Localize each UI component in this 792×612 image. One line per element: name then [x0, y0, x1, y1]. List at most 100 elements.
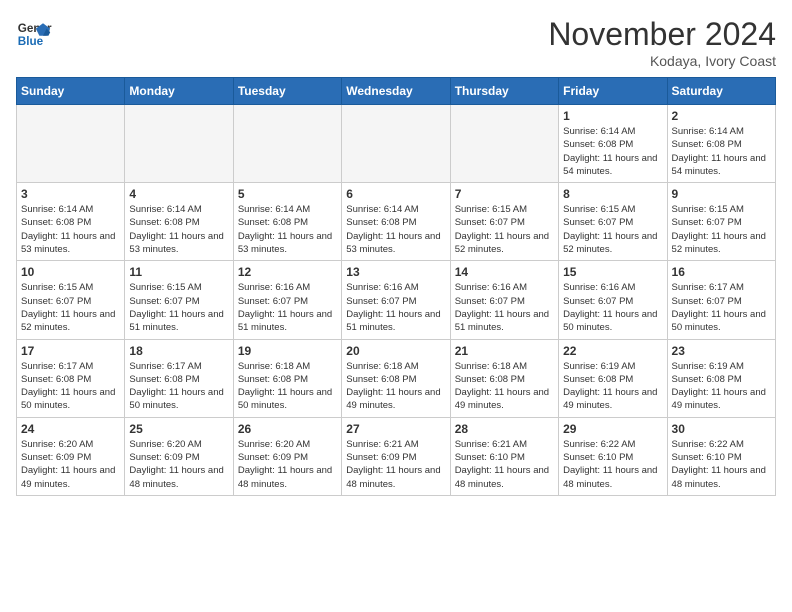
day-detail: Sunrise: 6:20 AM Sunset: 6:09 PM Dayligh… — [129, 438, 228, 491]
day-number: 12 — [238, 265, 337, 279]
calendar-cell: 26 Sunrise: 6:20 AM Sunset: 6:09 PM Dayli… — [233, 417, 341, 495]
day-number: 18 — [129, 344, 228, 358]
logo: General Blue — [16, 16, 52, 52]
calendar-week-5: 24 Sunrise: 6:20 AM Sunset: 6:09 PM Dayli… — [17, 417, 776, 495]
day-number: 15 — [563, 265, 662, 279]
day-detail: Sunrise: 6:16 AM Sunset: 6:07 PM Dayligh… — [346, 281, 445, 334]
day-number: 24 — [21, 422, 120, 436]
calendar-cell: 5 Sunrise: 6:14 AM Sunset: 6:08 PM Daylig… — [233, 183, 341, 261]
calendar-cell: 14 Sunrise: 6:16 AM Sunset: 6:07 PM Dayli… — [450, 261, 558, 339]
day-number: 22 — [563, 344, 662, 358]
weekday-header-tuesday: Tuesday — [233, 78, 341, 105]
day-detail: Sunrise: 6:14 AM Sunset: 6:08 PM Dayligh… — [672, 125, 771, 178]
calendar-cell — [342, 105, 450, 183]
day-number: 5 — [238, 187, 337, 201]
calendar-cell: 16 Sunrise: 6:17 AM Sunset: 6:07 PM Dayli… — [667, 261, 775, 339]
day-number: 1 — [563, 109, 662, 123]
calendar-cell: 10 Sunrise: 6:15 AM Sunset: 6:07 PM Dayli… — [17, 261, 125, 339]
title-block: November 2024 Kodaya, Ivory Coast — [548, 16, 776, 69]
page-header: General Blue November 2024 Kodaya, Ivory… — [16, 16, 776, 69]
day-detail: Sunrise: 6:15 AM Sunset: 6:07 PM Dayligh… — [455, 203, 554, 256]
weekday-header-row: SundayMondayTuesdayWednesdayThursdayFrid… — [17, 78, 776, 105]
calendar-cell: 29Sunrise: 6:22 AM Sunset: 6:10 PM Dayli… — [559, 417, 667, 495]
calendar-cell: 4 Sunrise: 6:14 AM Sunset: 6:08 PM Daylig… — [125, 183, 233, 261]
day-number: 16 — [672, 265, 771, 279]
calendar-cell — [450, 105, 558, 183]
day-detail: Sunrise: 6:14 AM Sunset: 6:08 PM Dayligh… — [346, 203, 445, 256]
day-number: 27 — [346, 422, 445, 436]
calendar-week-4: 17 Sunrise: 6:17 AM Sunset: 6:08 PM Dayli… — [17, 339, 776, 417]
day-number: 21 — [455, 344, 554, 358]
day-detail: Sunrise: 6:16 AM Sunset: 6:07 PM Dayligh… — [563, 281, 662, 334]
calendar-cell: 28Sunrise: 6:21 AM Sunset: 6:10 PM Dayli… — [450, 417, 558, 495]
day-detail: Sunrise: 6:17 AM Sunset: 6:08 PM Dayligh… — [129, 360, 228, 413]
calendar-cell: 30Sunrise: 6:22 AM Sunset: 6:10 PM Dayli… — [667, 417, 775, 495]
day-number: 7 — [455, 187, 554, 201]
weekday-header-saturday: Saturday — [667, 78, 775, 105]
day-detail: Sunrise: 6:14 AM Sunset: 6:08 PM Dayligh… — [129, 203, 228, 256]
calendar-cell: 1 Sunrise: 6:14 AM Sunset: 6:08 PM Daylig… — [559, 105, 667, 183]
day-number: 29 — [563, 422, 662, 436]
day-number: 4 — [129, 187, 228, 201]
logo-icon: General Blue — [16, 16, 52, 52]
day-number: 25 — [129, 422, 228, 436]
calendar-cell — [233, 105, 341, 183]
day-detail: Sunrise: 6:17 AM Sunset: 6:07 PM Dayligh… — [672, 281, 771, 334]
month-title: November 2024 — [548, 16, 776, 53]
calendar-cell: 15 Sunrise: 6:16 AM Sunset: 6:07 PM Dayli… — [559, 261, 667, 339]
weekday-header-thursday: Thursday — [450, 78, 558, 105]
svg-text:Blue: Blue — [18, 35, 44, 48]
day-detail: Sunrise: 6:14 AM Sunset: 6:08 PM Dayligh… — [563, 125, 662, 178]
day-detail: Sunrise: 6:20 AM Sunset: 6:09 PM Dayligh… — [21, 438, 120, 491]
day-detail: Sunrise: 6:18 AM Sunset: 6:08 PM Dayligh… — [238, 360, 337, 413]
day-number: 26 — [238, 422, 337, 436]
day-number: 2 — [672, 109, 771, 123]
day-number: 9 — [672, 187, 771, 201]
calendar-cell: 17 Sunrise: 6:17 AM Sunset: 6:08 PM Dayli… — [17, 339, 125, 417]
calendar-cell: 19 Sunrise: 6:18 AM Sunset: 6:08 PM Dayli… — [233, 339, 341, 417]
weekday-header-monday: Monday — [125, 78, 233, 105]
calendar-cell: 24 Sunrise: 6:20 AM Sunset: 6:09 PM Dayli… — [17, 417, 125, 495]
calendar-cell: 20 Sunrise: 6:18 AM Sunset: 6:08 PM Dayli… — [342, 339, 450, 417]
calendar-week-3: 10 Sunrise: 6:15 AM Sunset: 6:07 PM Dayli… — [17, 261, 776, 339]
day-detail: Sunrise: 6:19 AM Sunset: 6:08 PM Dayligh… — [672, 360, 771, 413]
day-detail: Sunrise: 6:17 AM Sunset: 6:08 PM Dayligh… — [21, 360, 120, 413]
day-number: 23 — [672, 344, 771, 358]
day-number: 3 — [21, 187, 120, 201]
day-detail: Sunrise: 6:14 AM Sunset: 6:08 PM Dayligh… — [21, 203, 120, 256]
calendar-cell — [125, 105, 233, 183]
day-detail: Sunrise: 6:18 AM Sunset: 6:08 PM Dayligh… — [346, 360, 445, 413]
calendar-cell: 8Sunrise: 6:15 AM Sunset: 6:07 PM Daylig… — [559, 183, 667, 261]
calendar-cell: 7 Sunrise: 6:15 AM Sunset: 6:07 PM Daylig… — [450, 183, 558, 261]
day-number: 14 — [455, 265, 554, 279]
day-number: 13 — [346, 265, 445, 279]
day-detail: Sunrise: 6:16 AM Sunset: 6:07 PM Dayligh… — [455, 281, 554, 334]
day-detail: Sunrise: 6:18 AM Sunset: 6:08 PM Dayligh… — [455, 360, 554, 413]
day-detail: Sunrise: 6:15 AM Sunset: 6:07 PM Dayligh… — [21, 281, 120, 334]
day-detail: Sunrise: 6:15 AM Sunset: 6:07 PM Dayligh… — [672, 203, 771, 256]
day-detail: Sunrise: 6:15 AM Sunset: 6:07 PM Dayligh… — [129, 281, 228, 334]
location: Kodaya, Ivory Coast — [548, 53, 776, 69]
day-number: 11 — [129, 265, 228, 279]
calendar-cell: 23 Sunrise: 6:19 AM Sunset: 6:08 PM Dayli… — [667, 339, 775, 417]
day-number: 10 — [21, 265, 120, 279]
day-detail: Sunrise: 6:21 AM Sunset: 6:10 PM Dayligh… — [455, 438, 554, 491]
day-number: 19 — [238, 344, 337, 358]
calendar-week-1: 1 Sunrise: 6:14 AM Sunset: 6:08 PM Daylig… — [17, 105, 776, 183]
calendar-week-2: 3 Sunrise: 6:14 AM Sunset: 6:08 PM Daylig… — [17, 183, 776, 261]
calendar-cell: 22 Sunrise: 6:19 AM Sunset: 6:08 PM Dayli… — [559, 339, 667, 417]
calendar-cell: 6 Sunrise: 6:14 AM Sunset: 6:08 PM Daylig… — [342, 183, 450, 261]
day-detail: Sunrise: 6:19 AM Sunset: 6:08 PM Dayligh… — [563, 360, 662, 413]
calendar-cell: 11 Sunrise: 6:15 AM Sunset: 6:07 PM Dayli… — [125, 261, 233, 339]
calendar-cell: 2 Sunrise: 6:14 AM Sunset: 6:08 PM Daylig… — [667, 105, 775, 183]
calendar-cell: 27 Sunrise: 6:21 AM Sunset: 6:09 PM Dayli… — [342, 417, 450, 495]
day-detail: Sunrise: 6:20 AM Sunset: 6:09 PM Dayligh… — [238, 438, 337, 491]
day-number: 6 — [346, 187, 445, 201]
day-detail: Sunrise: 6:14 AM Sunset: 6:08 PM Dayligh… — [238, 203, 337, 256]
day-detail: Sunrise: 6:22 AM Sunset: 6:10 PM Dayligh… — [672, 438, 771, 491]
day-detail: Sunrise: 6:21 AM Sunset: 6:09 PM Dayligh… — [346, 438, 445, 491]
calendar-cell: 25 Sunrise: 6:20 AM Sunset: 6:09 PM Dayli… — [125, 417, 233, 495]
day-number: 20 — [346, 344, 445, 358]
calendar-cell: 13 Sunrise: 6:16 AM Sunset: 6:07 PM Dayli… — [342, 261, 450, 339]
day-number: 17 — [21, 344, 120, 358]
